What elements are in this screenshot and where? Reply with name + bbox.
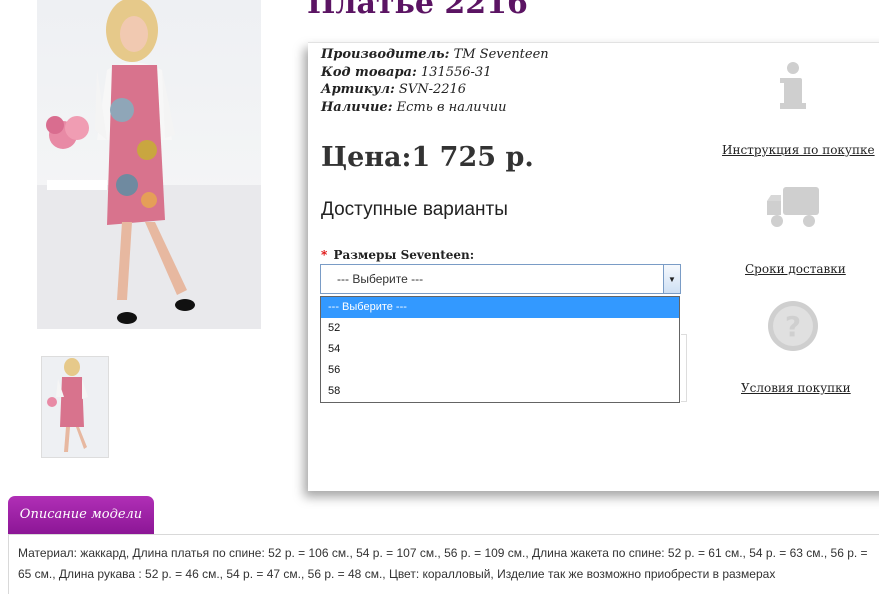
size-field-label: * Размеры Seventeen: (321, 248, 474, 262)
truck-icon (762, 180, 824, 232)
link-purchase-instructions[interactable]: Инструкция по покупке (722, 143, 875, 157)
variants-heading: Доступные варианты (321, 199, 508, 220)
spec-label: Наличие: (321, 100, 393, 115)
spec-label: Производитель: (321, 47, 450, 62)
spec-label: Артикул: (321, 82, 395, 97)
spec-value: 131556-31 (420, 65, 492, 80)
description-text: Материал: жаккард, Длина платья по спине… (18, 546, 868, 581)
product-title: Платье 2216 (307, 0, 528, 21)
spec-value: Есть в наличии (396, 100, 507, 115)
svg-text:?: ? (785, 310, 801, 343)
spec-article: Артикул: SVN-2216 (321, 82, 466, 97)
size-label-text: Размеры Seventeen: (333, 248, 475, 262)
spec-value: ТМ Seventeen (453, 47, 549, 62)
spec-value: SVN-2216 (398, 82, 467, 97)
info-icon (765, 60, 821, 112)
tab-model-description[interactable]: Описание модели (8, 496, 154, 534)
size-select-value: --- Выберите --- (337, 272, 424, 286)
spec-manufacturer: Производитель: ТМ Seventeen (321, 47, 549, 62)
product-price: Цена:1 725 р. (321, 142, 534, 173)
spec-product-code: Код товара: 131556-31 (321, 65, 491, 80)
size-option[interactable]: 54 (321, 339, 679, 360)
size-option[interactable]: 52 (321, 318, 679, 339)
size-option[interactable]: 58 (321, 381, 679, 402)
size-dropdown-list[interactable]: --- Выберите --- 52 54 56 58 (320, 296, 680, 403)
spec-availability: Наличие: Есть в наличии (321, 100, 506, 115)
chevron-down-icon[interactable]: ▼ (663, 265, 680, 293)
size-option[interactable]: --- Выберите --- (321, 297, 679, 318)
size-option[interactable]: 56 (321, 360, 679, 381)
spec-label: Код товара: (321, 65, 417, 80)
hidden-field-edge (681, 334, 687, 402)
link-purchase-terms[interactable]: Условия покупки (741, 381, 851, 395)
question-icon: ? (765, 298, 821, 354)
product-thumbnail[interactable] (41, 356, 109, 458)
link-delivery-terms[interactable]: Сроки доставки (745, 262, 846, 276)
required-mark: * (321, 248, 328, 262)
product-main-photo[interactable] (37, 0, 261, 329)
size-select[interactable]: --- Выберите --- ▼ (320, 264, 681, 294)
